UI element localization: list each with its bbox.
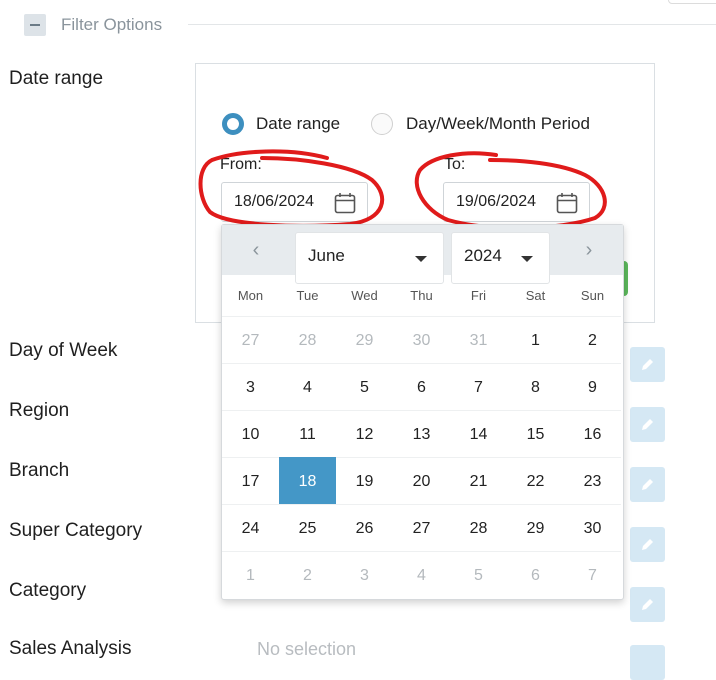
- month-select[interactable]: June: [295, 232, 444, 284]
- pencil-icon: [642, 479, 653, 490]
- caret-down-icon: [521, 256, 533, 262]
- radio-date-range-label: Date range: [256, 114, 341, 133]
- day-cell[interactable]: 3: [222, 363, 279, 410]
- day-cell[interactable]: 26: [336, 504, 393, 551]
- label-category: Category: [9, 580, 87, 601]
- pencil-icon: [642, 599, 653, 610]
- day-cell[interactable]: 7: [564, 551, 621, 598]
- chevron-right-icon[interactable]: ›: [579, 239, 599, 261]
- from-label: From:: [220, 156, 262, 173]
- day-cell[interactable]: 1: [222, 551, 279, 598]
- day-cell[interactable]: 6: [393, 363, 450, 410]
- day-cell[interactable]: 1: [507, 316, 564, 363]
- day-cell[interactable]: 10: [222, 410, 279, 457]
- header-divider: [188, 24, 716, 25]
- day-cell[interactable]: 17: [222, 457, 279, 504]
- day-cell[interactable]: 4: [393, 551, 450, 598]
- day-cell[interactable]: 5: [336, 363, 393, 410]
- sales-analysis-placeholder[interactable]: No selection: [257, 639, 356, 660]
- pencil-icon: [642, 359, 653, 370]
- weekday-header: Sun: [580, 288, 605, 303]
- calendar-icon[interactable]: [556, 192, 578, 214]
- day-cell[interactable]: 30: [564, 504, 621, 551]
- day-cell[interactable]: 2: [279, 551, 336, 598]
- day-cell[interactable]: 19: [336, 457, 393, 504]
- label-sales-analysis: Sales Analysis: [9, 638, 132, 659]
- to-date-input[interactable]: 19/06/2024: [443, 182, 590, 222]
- weekday-header: Tue: [296, 288, 319, 303]
- label-day-of-week: Day of Week: [9, 340, 118, 361]
- filter-options-title: Filter Options: [61, 15, 163, 34]
- day-cell[interactable]: 28: [279, 316, 336, 363]
- day-cell[interactable]: 24: [222, 504, 279, 551]
- pencil-icon: [642, 539, 653, 550]
- calendar-icon[interactable]: [334, 192, 356, 214]
- day-cell[interactable]: 29: [336, 316, 393, 363]
- day-cell[interactable]: 28: [450, 504, 507, 551]
- day-cell[interactable]: 27: [393, 504, 450, 551]
- day-cell[interactable]: 7: [450, 363, 507, 410]
- year-select[interactable]: 2024: [451, 232, 550, 284]
- from-date-input[interactable]: 18/06/2024: [221, 182, 368, 222]
- chevron-left-icon[interactable]: ‹: [246, 239, 266, 261]
- day-cell[interactable]: 27: [222, 316, 279, 363]
- day-cell-selected[interactable]: 18: [279, 457, 336, 504]
- day-cell[interactable]: 5: [450, 551, 507, 598]
- edit-sales-analysis-button[interactable]: [630, 645, 665, 680]
- to-label: To:: [444, 156, 466, 173]
- month-value: June: [308, 246, 345, 265]
- day-cell[interactable]: 2: [564, 316, 621, 363]
- collapse-minus-icon[interactable]: [24, 14, 46, 36]
- day-cell[interactable]: 3: [336, 551, 393, 598]
- day-cell[interactable]: 4: [279, 363, 336, 410]
- day-cell[interactable]: 23: [564, 457, 621, 504]
- year-value: 2024: [464, 246, 502, 265]
- day-cell[interactable]: 15: [507, 410, 564, 457]
- radio-date-range[interactable]: [222, 113, 244, 135]
- weekday-header: Sat: [525, 288, 546, 303]
- day-cell[interactable]: 11: [279, 410, 336, 457]
- edit-super-category-button[interactable]: [630, 527, 665, 562]
- edit-region-button[interactable]: [630, 407, 665, 442]
- caret-down-icon: [415, 256, 427, 262]
- edit-category-button[interactable]: [630, 587, 665, 622]
- day-cell[interactable]: 31: [450, 316, 507, 363]
- day-cell[interactable]: 12: [336, 410, 393, 457]
- day-cell[interactable]: 16: [564, 410, 621, 457]
- day-cell[interactable]: 6: [507, 551, 564, 598]
- radio-period[interactable]: [371, 113, 393, 135]
- day-cell[interactable]: 30: [393, 316, 450, 363]
- edit-branch-button[interactable]: [630, 467, 665, 502]
- day-cell[interactable]: 9: [564, 363, 621, 410]
- top-right-widget-edge: [668, 0, 716, 4]
- label-super-category: Super Category: [9, 520, 143, 541]
- edit-day-of-week-button[interactable]: [630, 347, 665, 382]
- day-cell[interactable]: 8: [507, 363, 564, 410]
- label-region: Region: [9, 400, 70, 421]
- day-cell[interactable]: 22: [507, 457, 564, 504]
- pencil-icon: [642, 419, 653, 430]
- weekday-header: Wed: [351, 288, 378, 303]
- to-date-value: 19/06/2024: [456, 193, 537, 210]
- day-cell[interactable]: 29: [507, 504, 564, 551]
- weekday-header: Fri: [470, 288, 487, 303]
- day-cell[interactable]: 25: [279, 504, 336, 551]
- datepicker-popup: ‹ › June 2024 Mon Tue Wed Thu Fri Sat Sun 27 28 2…: [221, 224, 624, 600]
- day-cell[interactable]: 13: [393, 410, 450, 457]
- radio-period-label: Day/Week/Month Period: [406, 114, 590, 133]
- day-cell[interactable]: 14: [450, 410, 507, 457]
- day-cell[interactable]: 21: [450, 457, 507, 504]
- weekday-header: Mon: [237, 288, 264, 303]
- day-cell[interactable]: 20: [393, 457, 450, 504]
- label-date-range: Date range: [9, 68, 104, 89]
- weekday-header: Thu: [410, 288, 433, 303]
- label-branch: Branch: [9, 460, 70, 481]
- from-date-value: 18/06/2024: [234, 193, 315, 210]
